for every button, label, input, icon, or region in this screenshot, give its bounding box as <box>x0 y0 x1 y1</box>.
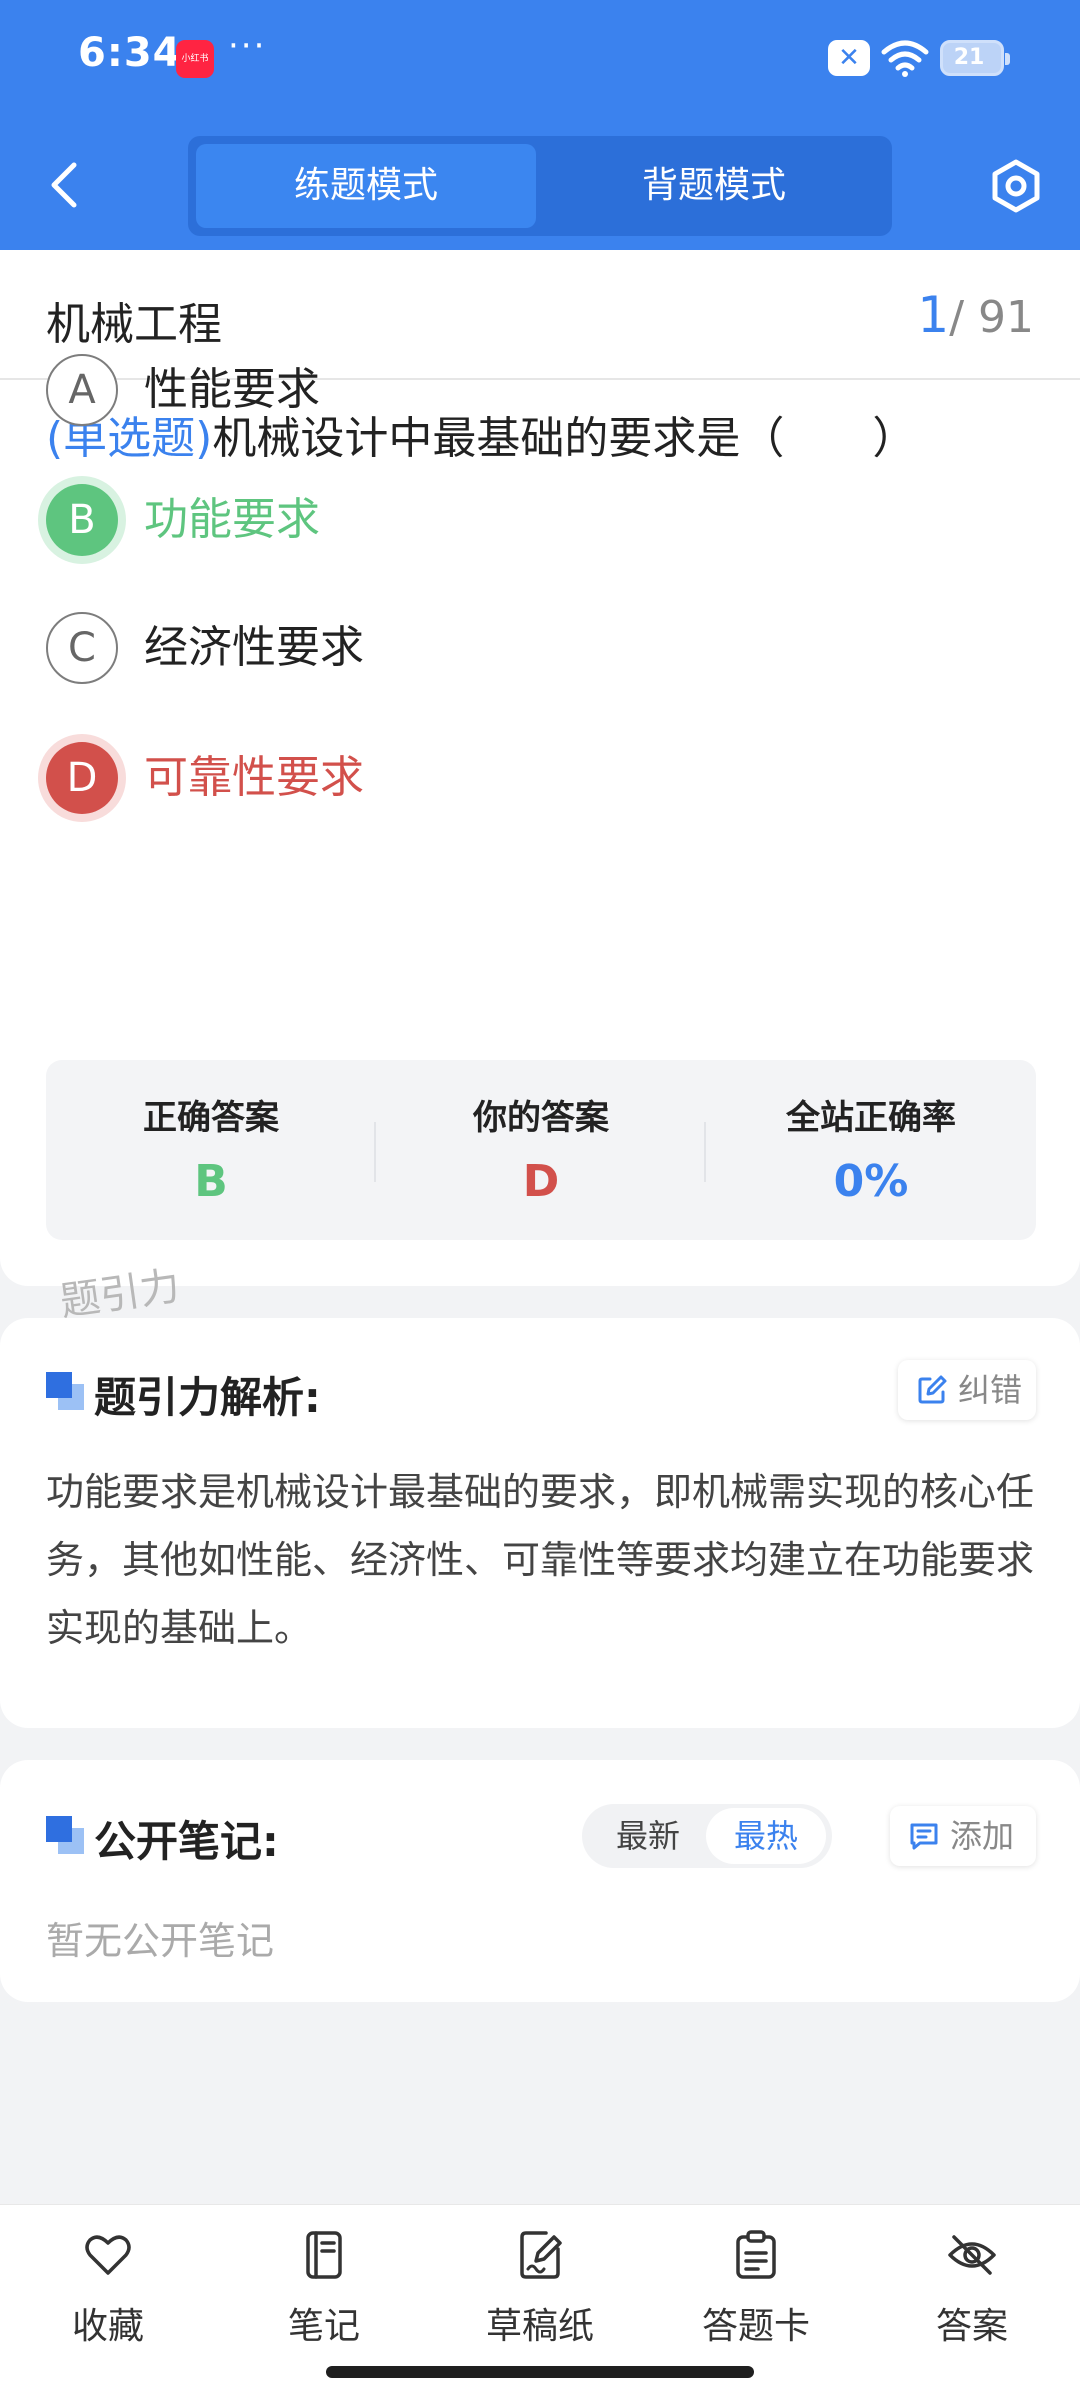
notebook-icon <box>306 2231 342 2279</box>
home-indicator <box>326 2366 754 2378</box>
option-text: 功能要求 <box>144 494 320 545</box>
battery-icon: 21 <box>940 40 1010 76</box>
stat-value: D <box>522 1156 560 1207</box>
nav-label: 收藏 <box>71 2306 144 2347</box>
eye-off-icon <box>948 2235 996 2275</box>
add-note-label: 添加 <box>950 1817 1015 1855</box>
stat-label: 正确答案 <box>143 1098 279 1138</box>
nav-label: 答案 <box>935 2306 1008 2347</box>
nav-favorite[interactable]: 收藏 <box>8 2229 208 2379</box>
nav-label: 草稿纸 <box>485 2306 594 2347</box>
tab-practice-mode[interactable]: 练题模式 <box>196 144 536 228</box>
notes-sort-toggle: 最新 最热 <box>582 1804 832 1868</box>
status-time: 6:34 <box>78 30 182 76</box>
analysis-title: 题引力解析: <box>94 1373 321 1422</box>
nav-notes[interactable]: 笔记 <box>224 2229 424 2379</box>
notes-empty-text: 暂无公开笔记 <box>46 1919 275 1963</box>
comment-icon <box>910 1823 938 1850</box>
app-notification-icon: 小红书 <box>176 40 214 78</box>
more-notifications-icon: ··· <box>228 26 267 66</box>
option-a[interactable]: A 性能要求 <box>46 352 1026 428</box>
clipboard-icon <box>736 2230 776 2279</box>
sort-hottest[interactable]: 最热 <box>706 1808 826 1864</box>
public-notes-card: 公开笔记: 最新 最热 添加 暂无公开笔记 <box>0 1760 1080 2002</box>
current-question-number: 1 <box>917 286 950 344</box>
stat-accuracy-rate: 全站正确率 0% <box>706 1060 1036 1240</box>
edit-icon <box>918 1375 947 1404</box>
question-counter: 1/ 91 <box>917 286 1034 344</box>
wifi-icon <box>881 40 929 77</box>
stat-label: 全站正确率 <box>786 1098 956 1138</box>
option-letter: A <box>46 354 118 426</box>
option-text: 性能要求 <box>144 364 320 415</box>
option-letter: C <box>46 612 118 684</box>
back-button[interactable] <box>40 155 90 215</box>
add-note-button[interactable]: 添加 <box>890 1806 1036 1866</box>
option-c[interactable]: C 经济性要求 <box>46 610 1026 686</box>
x-icon: ✕ <box>828 40 870 76</box>
stat-value: B <box>194 1156 228 1207</box>
subject-title: 机械工程 <box>46 299 222 350</box>
report-error-button[interactable]: 纠错 <box>898 1360 1036 1420</box>
nav-answer[interactable]: 答案 <box>872 2229 1072 2379</box>
stat-value: 0% <box>833 1156 909 1207</box>
draft-icon <box>520 2231 562 2279</box>
total-questions: / 91 <box>949 292 1034 343</box>
nav-draft[interactable]: 草稿纸 <box>440 2229 640 2379</box>
option-text: 可靠性要求 <box>144 752 364 803</box>
stat-label: 你的答案 <box>473 1098 609 1138</box>
section-icon <box>46 1816 86 1856</box>
mode-switcher: 练题模式 背题模式 <box>188 136 892 236</box>
sort-newest[interactable]: 最新 <box>588 1808 708 1864</box>
option-letter: B <box>46 484 118 556</box>
option-text: 经济性要求 <box>144 622 364 673</box>
option-d[interactable]: D 可靠性要求 <box>46 740 1026 816</box>
nav-answer-card[interactable]: 答题卡 <box>656 2229 856 2379</box>
battery-level: 21 <box>953 45 985 70</box>
section-icon <box>46 1372 86 1412</box>
settings-icon[interactable] <box>988 158 1044 214</box>
nav-label: 答题卡 <box>701 2306 810 2347</box>
stat-correct-answer: 正确答案 B <box>46 1060 376 1240</box>
heart-icon <box>85 2235 131 2275</box>
answer-stats: 正确答案 B 你的答案 D 全站正确率 0% <box>46 1060 1036 1240</box>
analysis-card: 题引力解析: 纠错 功能要求是机械设计最基础的要求，即机械需实现的核心任务，其他… <box>0 1318 1080 1728</box>
tab-memorize-mode[interactable]: 背题模式 <box>544 144 884 228</box>
option-letter: D <box>46 742 118 814</box>
analysis-text: 功能要求是机械设计最基础的要求，即机械需实现的核心任务，其他如性能、经济性、可靠… <box>46 1470 1035 1650</box>
report-error-label: 纠错 <box>958 1371 1023 1409</box>
top-header: 6:34 小红书 ··· ✕ 21 练题模式 背题模式 <box>0 0 1080 250</box>
notes-title: 公开笔记: <box>94 1817 279 1866</box>
status-bar: 6:34 小红书 ··· ✕ 21 <box>0 0 1080 118</box>
nav-label: 笔记 <box>287 2306 360 2347</box>
option-b[interactable]: B 功能要求 <box>46 482 1026 558</box>
stat-your-answer: 你的答案 D <box>376 1060 706 1240</box>
question-card: 机械工程 1/ 91 (单选题)机械设计中最基础的要求是（ ） A 性能要求 B… <box>0 250 1080 1286</box>
